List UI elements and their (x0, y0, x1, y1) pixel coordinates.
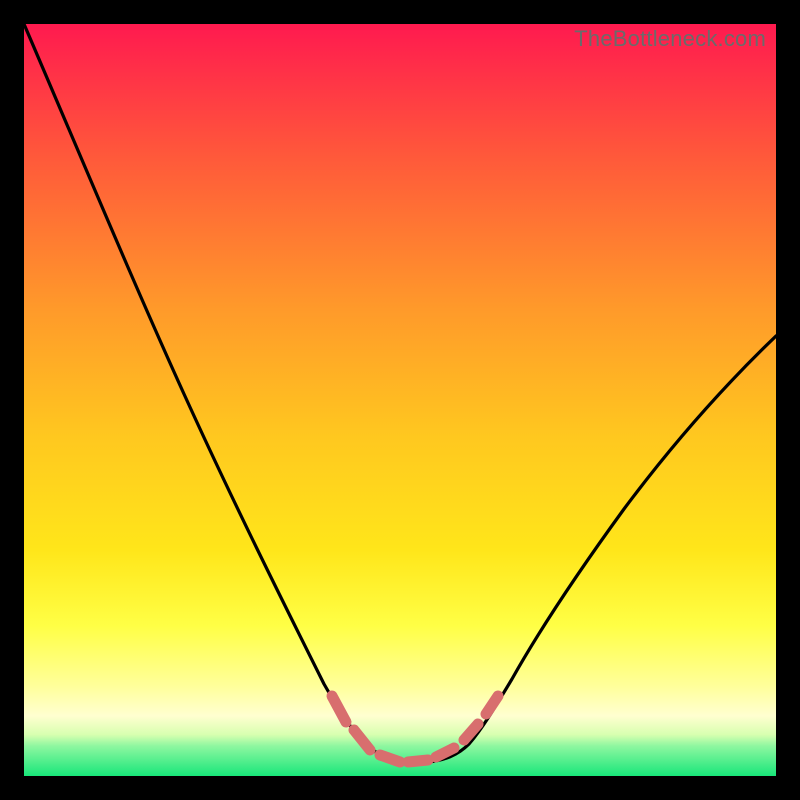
chart-frame: TheBottleneck.com (0, 0, 800, 800)
gradient-background (24, 24, 776, 776)
watermark-text: TheBottleneck.com (574, 26, 766, 52)
chart-svg (24, 24, 776, 776)
chart-plot: TheBottleneck.com (24, 24, 776, 776)
